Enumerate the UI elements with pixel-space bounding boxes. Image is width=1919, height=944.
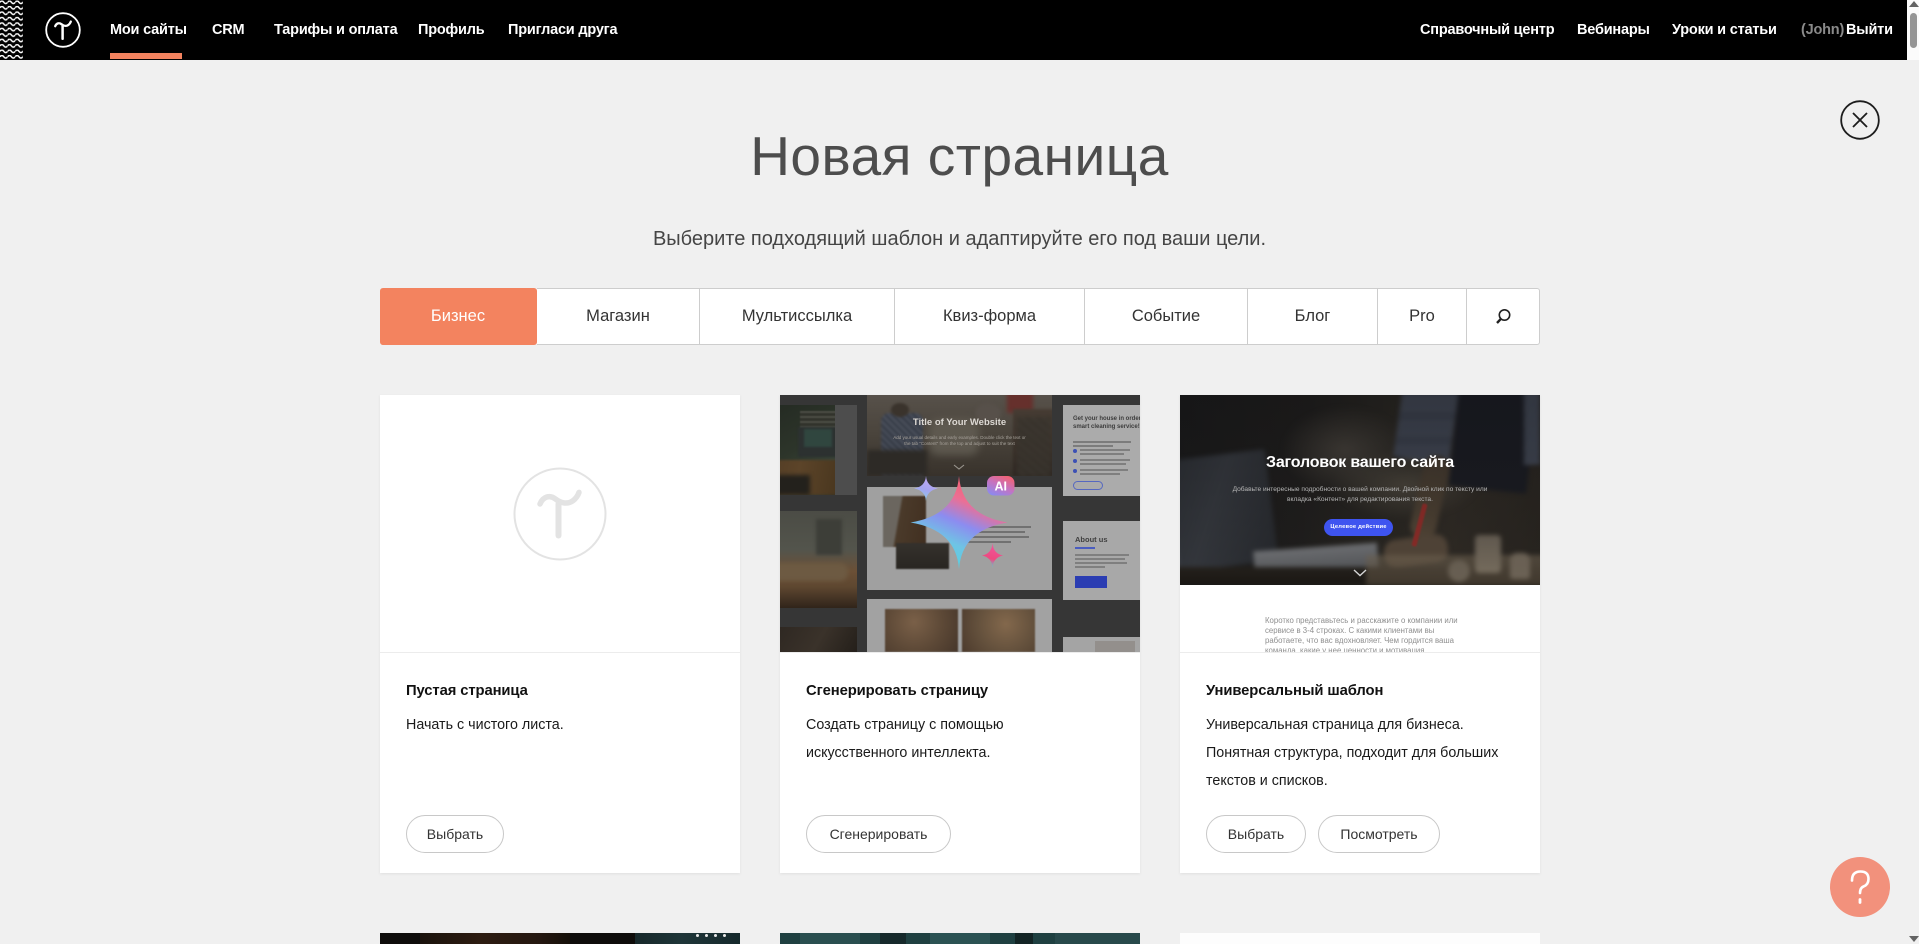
svg-text:AI: AI	[994, 480, 1007, 494]
